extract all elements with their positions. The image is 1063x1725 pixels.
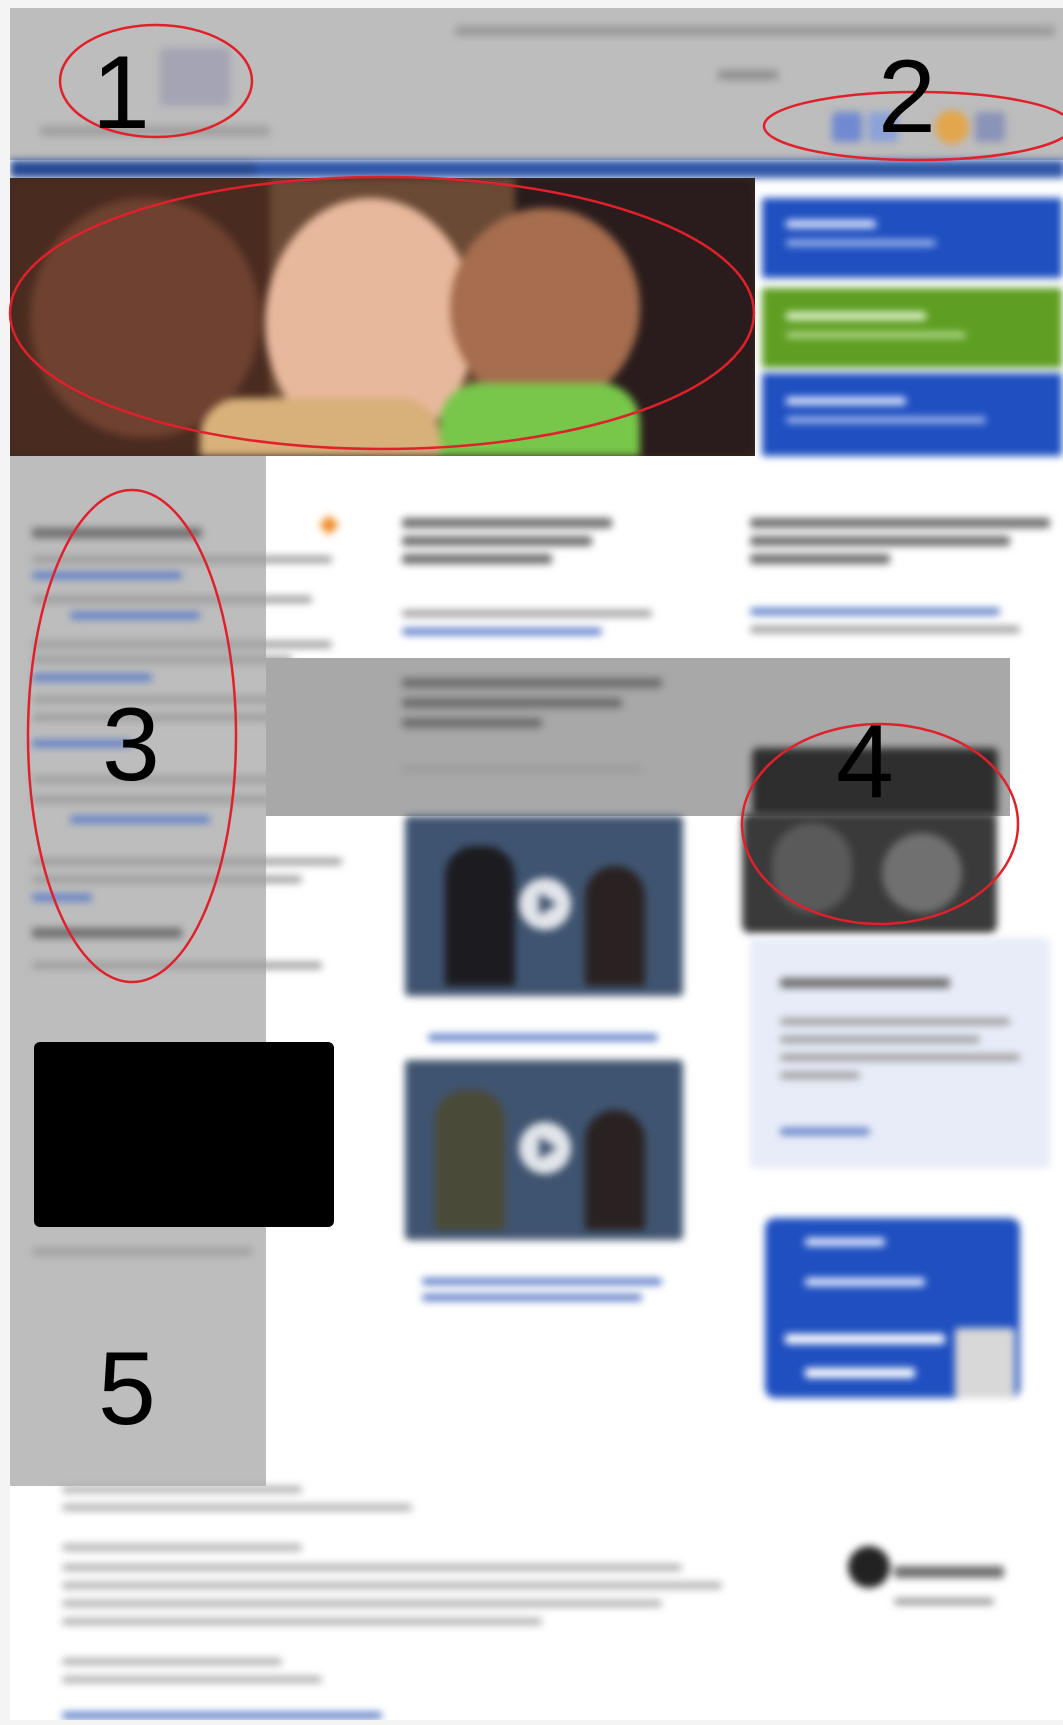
video-caption-link[interactable] <box>422 1278 662 1285</box>
featured-band <box>266 658 1010 816</box>
sidebar-link[interactable] <box>32 572 182 579</box>
main-navigation[interactable] <box>10 160 1063 178</box>
promo-tile-blue-2[interactable] <box>762 373 1062 456</box>
nav-item[interactable] <box>10 160 256 178</box>
video-caption-link[interactable] <box>428 1034 658 1041</box>
social-icon[interactable] <box>975 112 1005 142</box>
footer-logo[interactable] <box>848 1546 890 1588</box>
news-photo[interactable] <box>742 813 997 933</box>
site-tagline <box>40 126 270 136</box>
promo-tile-green[interactable] <box>762 288 1062 368</box>
article-title[interactable] <box>402 518 612 528</box>
sidebar-link[interactable] <box>32 674 152 681</box>
utility-links[interactable] <box>455 26 1055 36</box>
sidebar-heading <box>32 528 202 538</box>
sidebar-link[interactable] <box>32 894 92 901</box>
play-icon[interactable] <box>519 1122 571 1174</box>
promo-banner[interactable] <box>765 1218 1020 1398</box>
social-icon[interactable] <box>868 112 898 142</box>
sidebar-news <box>10 456 342 1486</box>
featured-title[interactable] <box>402 678 662 688</box>
sidebar-heading-2 <box>32 928 182 938</box>
sidebar-link[interactable] <box>32 740 132 747</box>
hero-image[interactable] <box>10 178 755 456</box>
star-icon <box>319 515 339 535</box>
social-icon[interactable] <box>832 112 862 142</box>
webpage <box>10 8 1063 1720</box>
footer-link[interactable] <box>62 1712 382 1719</box>
featured-photo[interactable] <box>752 748 998 816</box>
article-link[interactable] <box>402 628 602 635</box>
search-link[interactable] <box>718 70 778 80</box>
callout-link[interactable] <box>780 1128 870 1135</box>
social-icon[interactable] <box>935 110 969 144</box>
video-thumbnail[interactable] <box>405 816 683 996</box>
video-thumbnail[interactable] <box>405 1060 683 1240</box>
site-header <box>10 8 1063 160</box>
play-icon[interactable] <box>519 878 571 930</box>
callout-heading <box>780 978 950 988</box>
site-logo[interactable] <box>160 48 230 106</box>
article-link[interactable] <box>750 608 1000 615</box>
redacted-media <box>34 1042 334 1227</box>
sidebar-link[interactable] <box>70 612 200 619</box>
promo-tile-blue[interactable] <box>762 198 1062 278</box>
article-title[interactable] <box>750 518 1050 528</box>
info-callout <box>750 938 1050 1168</box>
sidebar-link[interactable] <box>70 816 210 823</box>
